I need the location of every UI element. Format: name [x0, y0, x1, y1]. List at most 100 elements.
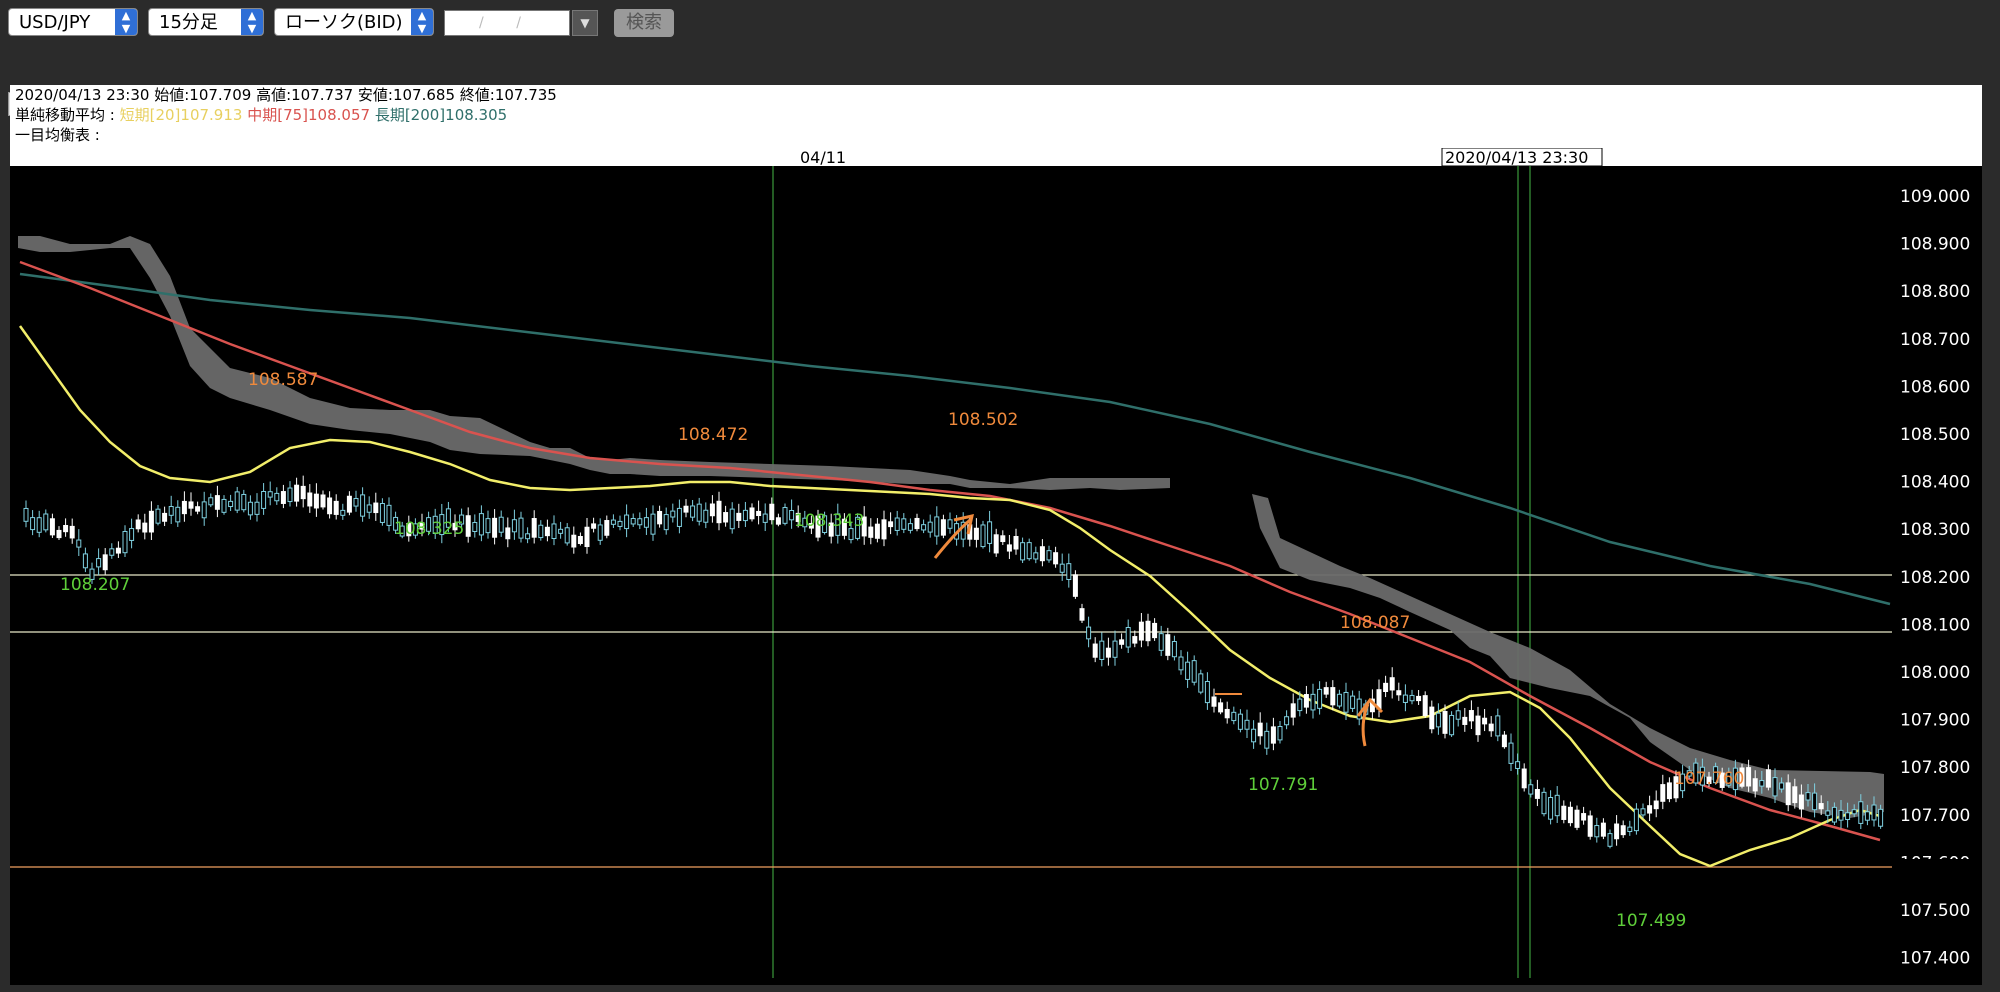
search-button[interactable]: 検索 [614, 9, 674, 37]
candle-body [1297, 698, 1303, 712]
candle-body [703, 509, 709, 523]
candle-body [1039, 546, 1045, 562]
ichimoku-readout: 一目均衡表 : [15, 126, 100, 144]
candle-body [1482, 717, 1488, 725]
candle-body [208, 497, 214, 506]
candle-body [525, 533, 531, 540]
candle-body [1026, 542, 1032, 560]
candle-body [1660, 784, 1666, 802]
calendar-dropdown-button[interactable]: ▼ [572, 10, 598, 36]
candle-body [650, 513, 656, 535]
candle-body [1112, 640, 1118, 658]
candle-body [1495, 715, 1501, 737]
candle-body [881, 519, 887, 540]
candle-body [1099, 640, 1105, 660]
candle-body [643, 517, 649, 528]
candle-body [1138, 621, 1144, 641]
candle-body [1831, 806, 1837, 823]
candle-body [670, 510, 676, 518]
candle-body [1079, 608, 1085, 621]
candle-body [1627, 826, 1633, 833]
low-label: 108.207 [60, 575, 130, 595]
candle-body [1640, 808, 1646, 816]
candle-body [340, 509, 346, 516]
candle-body [1442, 710, 1448, 734]
candle-body [1158, 633, 1164, 651]
cursor-time-label: 2020/04/13 23:30 [1445, 148, 1588, 167]
low-label: 108.343 [794, 511, 864, 531]
candle-body [505, 527, 511, 540]
candle-body [1871, 804, 1877, 821]
candle-body [1244, 719, 1250, 730]
price-axis-label: 108.100 [1900, 615, 1970, 635]
currency-pair-select[interactable]: USD/JPY ▲ ▼ [8, 8, 138, 36]
price-axis-label: 108.000 [1900, 663, 1970, 683]
candle-body [1752, 778, 1758, 792]
candle-body [551, 523, 557, 540]
candle-body [96, 558, 102, 568]
candle-body [1277, 726, 1283, 741]
candle-body [584, 526, 590, 548]
candle-body [1772, 777, 1778, 797]
candle-body [122, 530, 128, 554]
price-axis-label: 108.900 [1900, 235, 1970, 255]
ohlc-readout: 2020/04/13 23:30 始値:107.709 高値:107.737 安… [15, 86, 557, 104]
candle-body [610, 519, 616, 525]
timeframe-select[interactable]: 15分足 ▲ ▼ [148, 8, 264, 36]
sma-short-value: 短期[20]107.913 [119, 106, 243, 124]
candle-body [888, 521, 894, 528]
candle-body [366, 504, 372, 513]
chart-type-select[interactable]: ローソク(BID) ▲ ▼ [274, 8, 434, 36]
candle-body [1845, 812, 1851, 821]
candle-body [1092, 643, 1098, 658]
current-price-tag [1892, 859, 1982, 877]
candle-body [934, 516, 940, 537]
candle-body [716, 500, 722, 524]
drawing-toolbar: ∩ ⊞ ╲ — │ ☰ ▤ ⋰ ↖ ◇ ▮ ⁄ 1 ▲▼ 通常線 ▲▼ ↗ [0, 44, 2000, 120]
price-chart[interactable]: 04/11 2020/04/13 23:30 109.000 108.900 108… [10, 148, 1982, 978]
candle-body [327, 497, 333, 515]
candle-body [1614, 823, 1620, 840]
candle-body [1462, 716, 1468, 725]
candle-body [1303, 694, 1309, 708]
candle-body [736, 512, 742, 521]
candle-body [676, 507, 682, 527]
candle-body [1534, 788, 1540, 799]
date-input[interactable]: / / [444, 10, 570, 36]
candle-body [1858, 801, 1864, 824]
candle-body [1812, 792, 1818, 811]
candle-body [591, 523, 597, 529]
candle-body [1086, 626, 1092, 640]
candle-body [742, 509, 748, 522]
candle-body [1231, 711, 1237, 722]
price-axis-label: 108.500 [1900, 425, 1970, 445]
candle-body [1383, 682, 1389, 693]
candle-body [756, 510, 762, 517]
candle-body [181, 500, 187, 515]
top-toolbar: USD/JPY ▲ ▼ 15分足 ▲ ▼ ローソク(BID) ▲ ▼ / / ▼ 検索 [0, 0, 2000, 44]
candle-body [109, 548, 115, 556]
candle-body [1561, 805, 1567, 820]
candle-body [142, 522, 148, 533]
candle-body [1633, 808, 1639, 832]
candle-body [1508, 742, 1514, 764]
candle-body [320, 494, 326, 508]
candle-body [921, 524, 927, 531]
candle-body [313, 493, 319, 509]
candle-body [1600, 822, 1606, 837]
candle-body [214, 495, 220, 510]
price-axis-label: 109.000 [1900, 187, 1970, 207]
candle-body [280, 491, 286, 504]
candle-body [1501, 734, 1507, 748]
candle-body [1105, 647, 1111, 658]
candle-body [274, 492, 280, 502]
candle-body [1647, 805, 1653, 814]
candle-body [531, 518, 537, 538]
candle-body [1330, 687, 1336, 706]
price-axis-label: 108.800 [1900, 282, 1970, 302]
low-label: 107.499 [1616, 911, 1686, 931]
candle-body [261, 491, 267, 509]
candle-body [228, 500, 234, 508]
candle-body [696, 503, 702, 522]
candle-body [604, 520, 610, 536]
